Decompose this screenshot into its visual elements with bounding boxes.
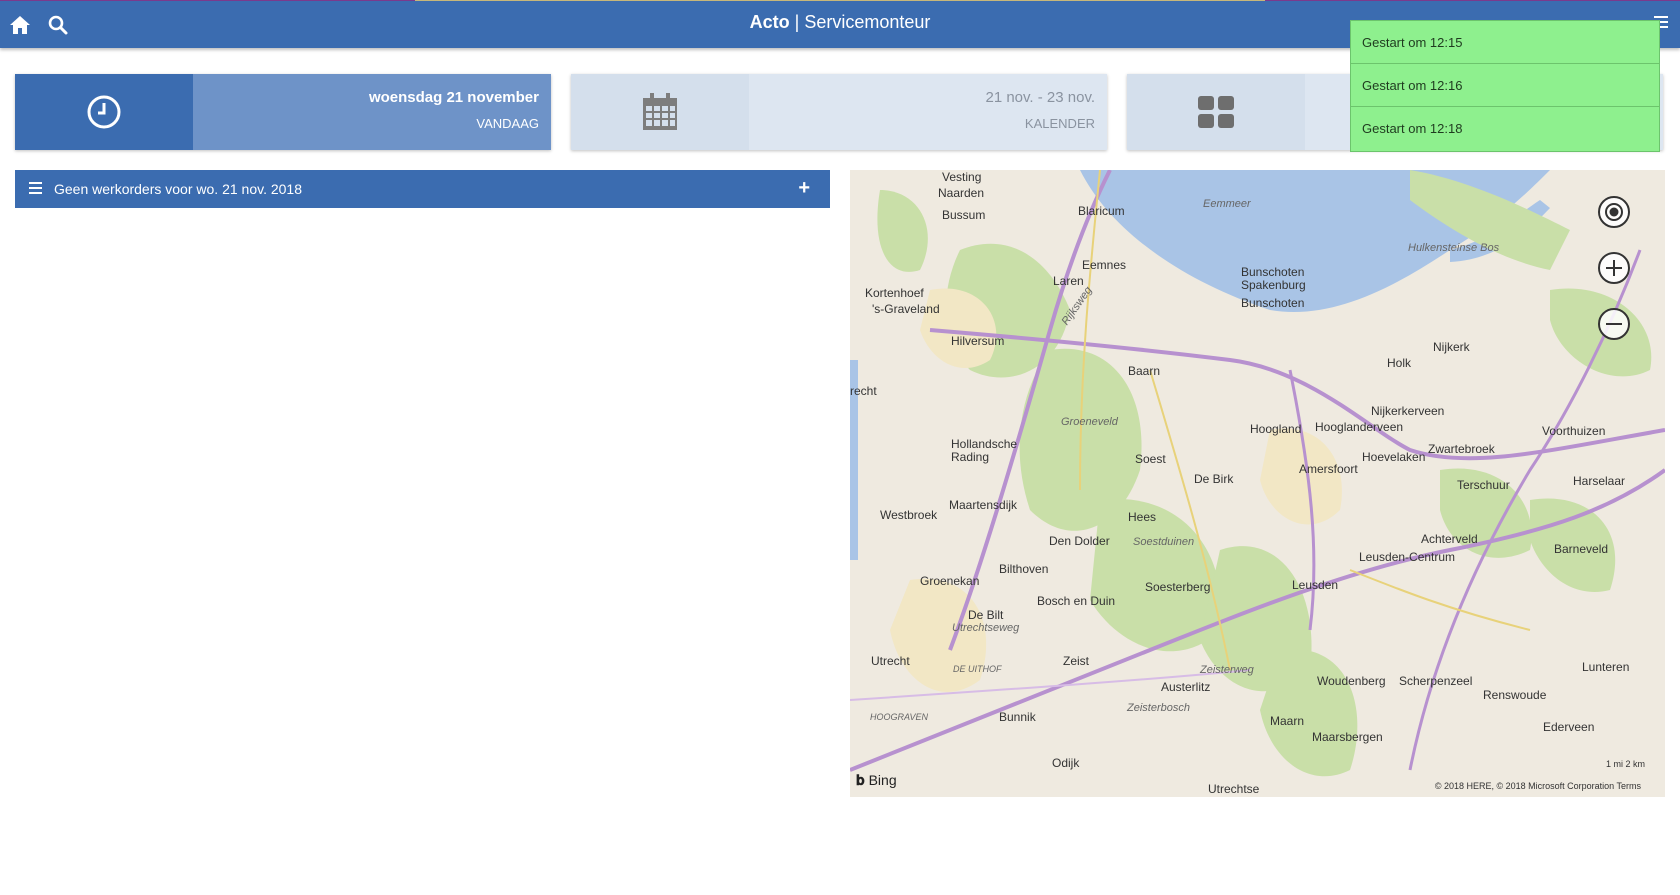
map-label: Bosch en Duin (1037, 594, 1116, 608)
clock-icon (15, 74, 193, 150)
bing-label: Bing (868, 772, 897, 788)
map-label: HOOGRAVEN (870, 712, 929, 722)
map-label: Hooglanderveen (1315, 420, 1404, 434)
map-label: Westbroek (880, 508, 938, 522)
tile-calendar[interactable]: 21 nov. - 23 nov. KALENDER (571, 74, 1107, 150)
add-workorder-button[interactable]: + (798, 170, 810, 206)
map-label: Maartensdijk (949, 498, 1018, 512)
map-label: Hulkensteinse Bos (1408, 242, 1500, 254)
tile-today[interactable]: woensdag 21 november VANDAAG (15, 74, 551, 150)
brand-name: Acto (749, 12, 790, 32)
title-separator: | (794, 12, 800, 32)
notification-item[interactable]: Gestart om 12:18 (1351, 107, 1659, 150)
bing-logo: 𝐛 Bing (856, 772, 897, 789)
map-label: Barneveld (1554, 542, 1609, 556)
map-label: Terschuur (1457, 478, 1510, 492)
map-label: Groenekan (920, 574, 980, 588)
map-label: Blaricum (1078, 204, 1125, 218)
map-label: Hollandsche Rading (951, 437, 1018, 464)
tile-calendar-range: 21 nov. - 23 nov. (985, 89, 1095, 106)
map-label: Eemnes (1082, 258, 1127, 272)
map-label: Kortenhoef (865, 286, 924, 300)
map-label: Voorthuizen (1542, 424, 1606, 438)
workorder-header: Geen werkorders voor wo. 21 nov. 2018 + (15, 170, 830, 208)
tile-today-label: VANDAAG (476, 116, 539, 131)
map-label: Zeist (1063, 654, 1090, 668)
map-label: Naarden (938, 186, 985, 200)
map-label: Ederveen (1543, 720, 1595, 734)
map-label: Zwartebroek (1428, 442, 1495, 456)
map-label: Baarn (1128, 364, 1161, 378)
map-label: Amersfoort (1299, 462, 1358, 476)
map-label: Harselaar (1573, 474, 1626, 488)
calendar-icon (571, 74, 749, 150)
locate-icon[interactable] (1598, 196, 1630, 228)
page-subtitle: Servicemonteur (804, 12, 931, 32)
map-label: Hees (1128, 510, 1157, 524)
map-view[interactable]: Vesting Naarden Bussum Blaricum Eemmeer … (850, 170, 1665, 797)
map-label: De Birk (1194, 472, 1234, 486)
map-label: Soest (1135, 452, 1166, 466)
map-label: 's-Graveland (872, 302, 940, 316)
tile-calendar-label: KALENDER (1024, 116, 1095, 131)
map-label: Odijk (1052, 756, 1080, 770)
map-label: Maarsbergen (1312, 730, 1383, 744)
map-label: Vesting (942, 170, 982, 184)
map-label: Scherpenzeel (1399, 674, 1473, 688)
map-label: Hoevelaken (1362, 450, 1426, 464)
bing-mark-icon: 𝐛 (856, 772, 865, 788)
list-icon (29, 182, 42, 194)
map-label: Utrecht (871, 654, 910, 668)
map-scale: 1 mi 2 km (1605, 759, 1645, 769)
notification-list: Gestart om 12:15 Gestart om 12:16 Gestar… (1350, 20, 1660, 152)
map-label: Hoogland (1250, 422, 1302, 436)
map-label: Laren (1053, 274, 1084, 288)
tile-today-date: woensdag 21 november (368, 89, 539, 106)
map-label: Groeneveld (1061, 416, 1118, 428)
map-label: Zeisterbosch (1127, 702, 1190, 714)
map-label: Bunschoten Spakenburg (1241, 265, 1306, 292)
map-label: Bunnik (999, 710, 1036, 724)
map-label: Holk (1387, 356, 1412, 370)
map-label: Utrechtseweg (952, 622, 1020, 634)
map-label: Achterveld (1421, 532, 1478, 546)
map-label: Lunteren (1582, 660, 1630, 674)
map-label: Woudenberg (1317, 674, 1386, 688)
map-label: Bussum (942, 208, 986, 222)
map-label: Leusden-Centrum (1359, 550, 1456, 564)
map-label: Nijkerkerveen (1371, 404, 1445, 418)
map-label: De Bilt (968, 608, 1004, 622)
map-label: recht (850, 384, 877, 398)
map-label: Zeisterweg (1200, 664, 1254, 676)
notification-item[interactable]: Gestart om 12:15 (1351, 21, 1659, 64)
map-copyright[interactable]: © 2018 HERE, © 2018 Microsoft Corporatio… (1435, 781, 1641, 791)
map-label: Soestduinen (1133, 536, 1195, 548)
map-label: Maarn (1270, 714, 1305, 728)
map-label: DE UITHOF (953, 664, 1002, 674)
workorder-empty-message: Geen werkorders voor wo. 21 nov. 2018 (54, 181, 302, 197)
zoom-in-icon[interactable] (1598, 252, 1630, 284)
map-label: Hilversum (951, 334, 1005, 348)
notification-item[interactable]: Gestart om 12:16 (1351, 64, 1659, 107)
map-label: Den Dolder (1049, 534, 1110, 548)
zoom-out-icon[interactable] (1598, 308, 1630, 340)
map-label: Bilthoven (999, 562, 1049, 576)
map-label: Leusden (1292, 578, 1339, 592)
grid-icon (1127, 74, 1305, 150)
map-label: Bunschoten (1241, 296, 1305, 310)
map-label: Austerlitz (1161, 680, 1211, 694)
map-label: Renswoude (1483, 688, 1547, 702)
map-label: Eemmeer (1203, 198, 1251, 210)
map-label: Soesterberg (1145, 580, 1211, 594)
map-label: Utrechtse (1208, 782, 1260, 796)
map-label: Nijkerk (1433, 340, 1470, 354)
